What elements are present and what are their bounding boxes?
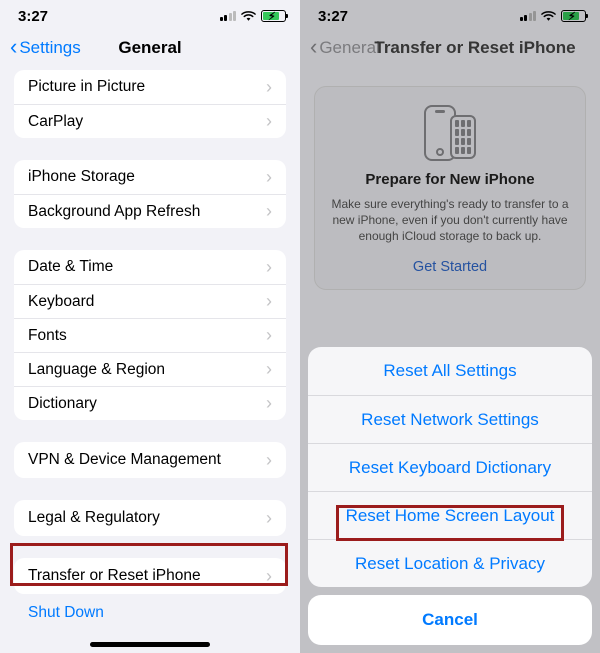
action-reset-location-privacy[interactable]: Reset Location & Privacy [308,539,592,587]
settings-group: Date & Time› Keyboard› Fonts› Language &… [14,250,286,420]
chevron-left-icon: ‹ [10,34,17,60]
shut-down-button[interactable]: Shut Down [28,604,272,622]
chevron-right-icon: › [266,359,272,380]
settings-group: Picture in Picture› CarPlay› [14,70,286,138]
status-time: 3:27 [18,8,48,25]
row-legal-regulatory[interactable]: Legal & Regulatory› [14,500,286,536]
row-iphone-storage[interactable]: iPhone Storage› [14,160,286,194]
home-indicator[interactable] [90,642,210,647]
row-background-app-refresh[interactable]: Background App Refresh› [14,194,286,228]
chevron-right-icon: › [266,508,272,529]
battery-icon: ⚡︎ [261,10,286,22]
row-language-region[interactable]: Language & Region› [14,352,286,386]
settings-group: VPN & Device Management› [14,442,286,478]
cellular-icon [220,11,237,21]
row-keyboard[interactable]: Keyboard› [14,284,286,318]
row-vpn-device-management[interactable]: VPN & Device Management› [14,442,286,478]
transfer-reset-screen: 3:27 ⚡︎ ‹ General Transfer or Reset iPho… [300,0,600,653]
chevron-right-icon: › [266,325,272,346]
nav-bar: ‹ Settings General [0,26,300,70]
action-reset-network-settings[interactable]: Reset Network Settings [308,395,592,443]
wifi-icon [241,10,256,22]
settings-group: iPhone Storage› Background App Refresh› [14,160,286,228]
status-bar: 3:27 ⚡︎ [0,6,300,26]
chevron-right-icon: › [266,393,272,414]
back-button[interactable]: ‹ Settings [10,35,81,61]
settings-group: Legal & Regulatory› [14,500,286,536]
row-date-time[interactable]: Date & Time› [14,250,286,284]
chevron-right-icon: › [266,450,272,471]
chevron-right-icon: › [266,167,272,188]
back-label: Settings [19,38,80,58]
general-settings-screen: 3:27 ⚡︎ ‹ Settings General Picture in Pi… [0,0,300,653]
chevron-right-icon: › [266,291,272,312]
chevron-right-icon: › [266,566,272,587]
settings-group: Transfer or Reset iPhone› [14,558,286,594]
action-reset-home-screen-layout[interactable]: Reset Home Screen Layout [308,491,592,539]
cancel-button[interactable]: Cancel [308,595,592,645]
row-dictionary[interactable]: Dictionary› [14,386,286,420]
row-carplay[interactable]: CarPlay› [14,104,286,138]
action-reset-keyboard-dictionary[interactable]: Reset Keyboard Dictionary [308,443,592,491]
chevron-right-icon: › [266,77,272,98]
chevron-right-icon: › [266,257,272,278]
action-reset-all-settings[interactable]: Reset All Settings [308,347,592,395]
chevron-right-icon: › [266,111,272,132]
action-sheet: Reset All Settings Reset Network Setting… [300,347,600,653]
chevron-right-icon: › [266,201,272,222]
row-transfer-or-reset[interactable]: Transfer or Reset iPhone› [14,558,286,594]
row-fonts[interactable]: Fonts› [14,318,286,352]
row-picture-in-picture[interactable]: Picture in Picture› [14,70,286,104]
